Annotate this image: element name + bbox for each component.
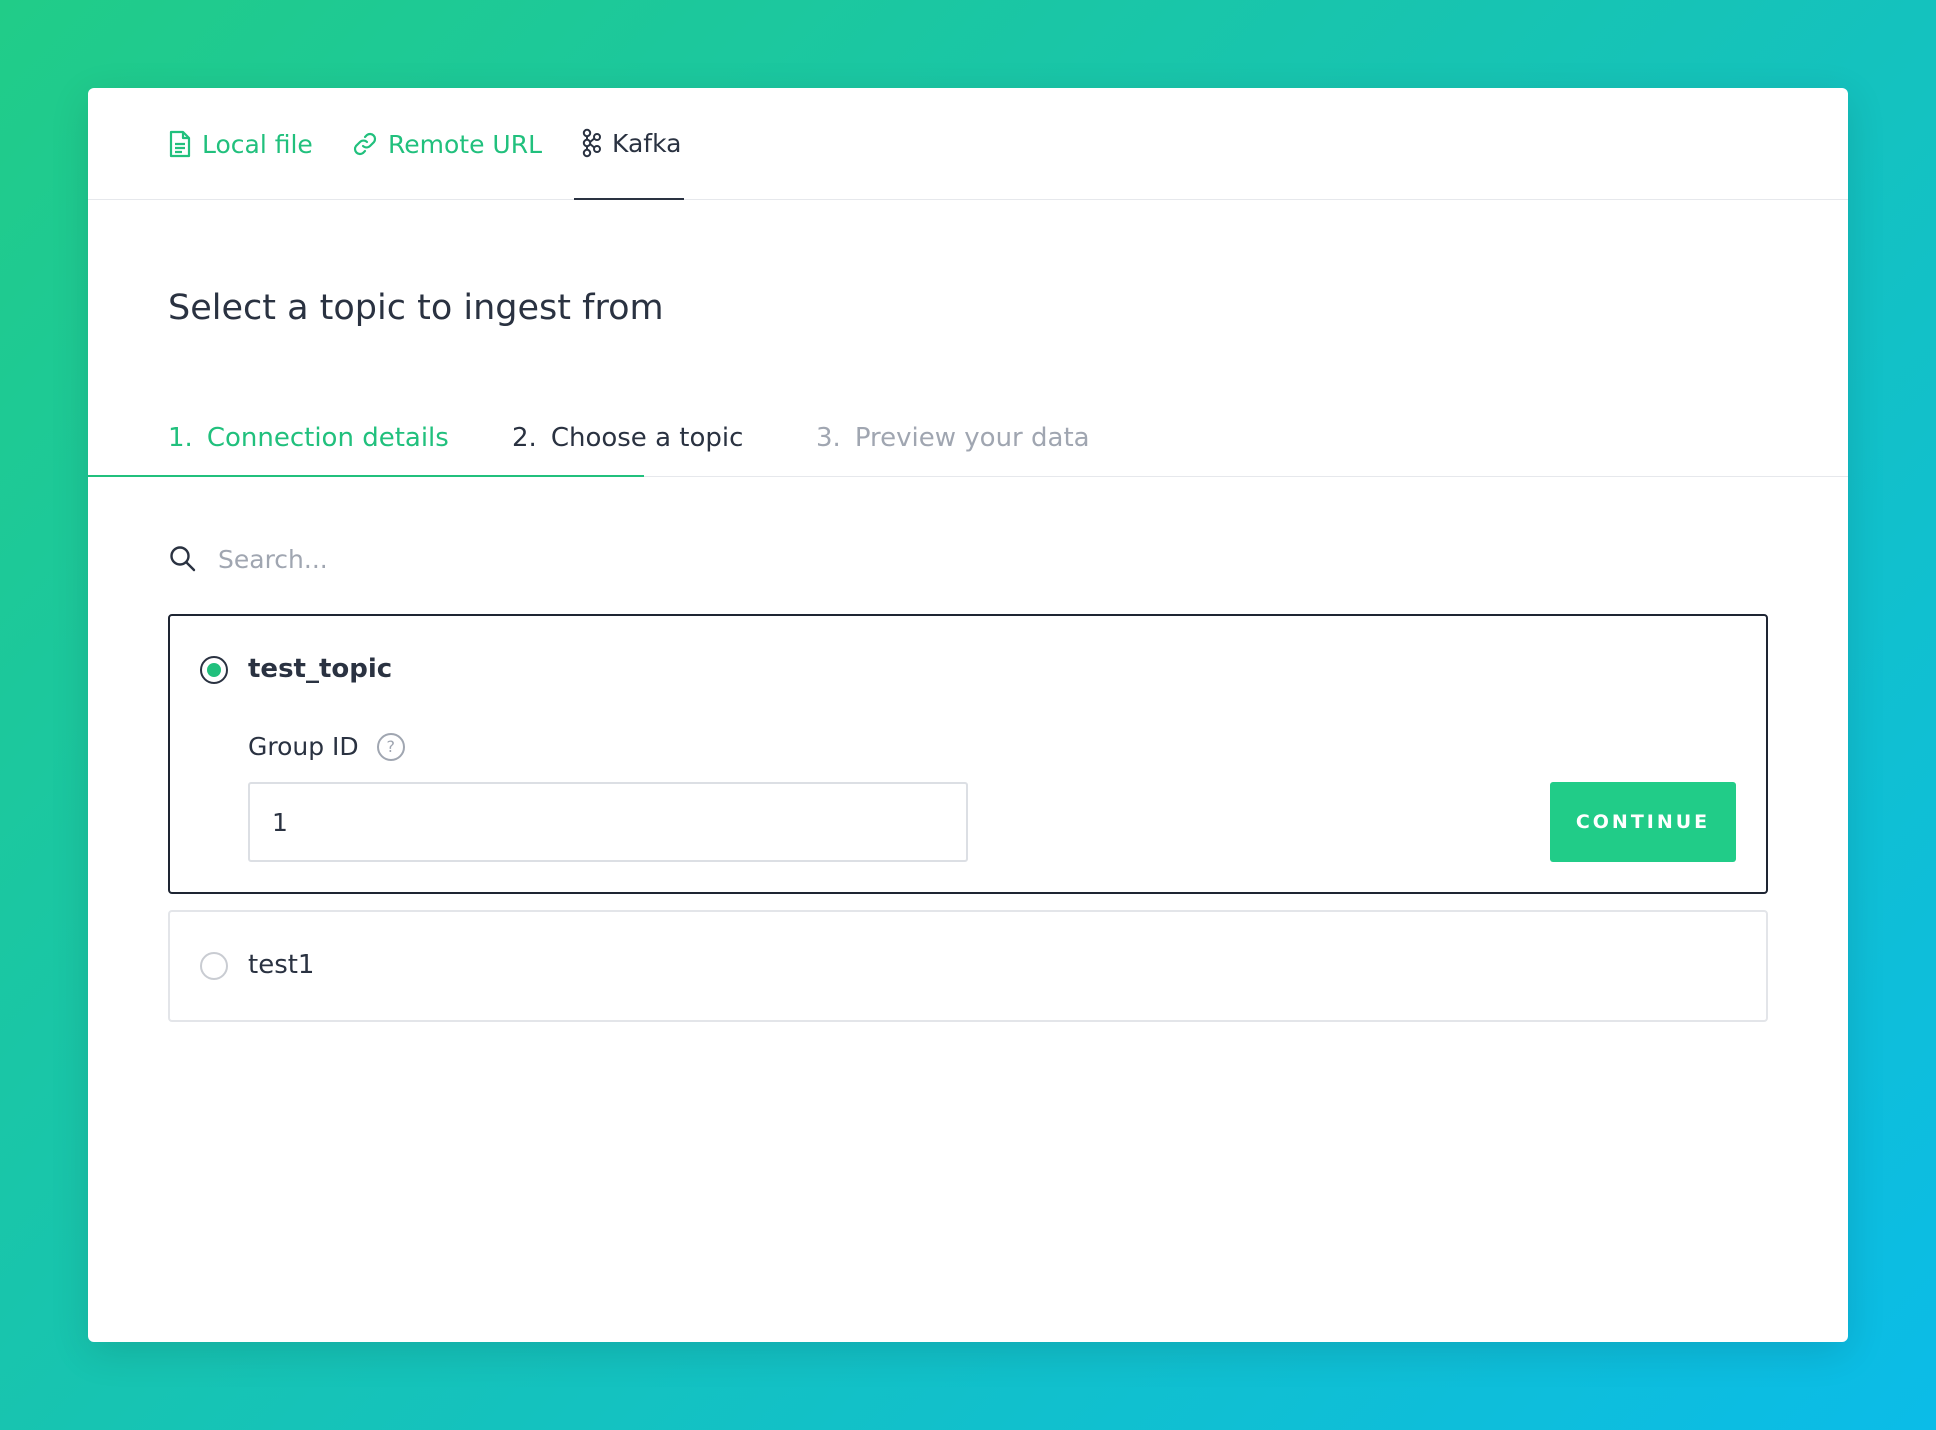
topic-name: test1	[248, 950, 315, 980]
topic-radio[interactable]	[200, 952, 228, 980]
continue-button[interactable]: CONTINUE	[1550, 782, 1736, 862]
kafka-icon	[580, 128, 602, 158]
link-icon	[352, 131, 378, 157]
topic-search	[168, 534, 1768, 584]
tab-kafka[interactable]: Kafka	[574, 88, 684, 200]
tab-local-file-label: Local file	[202, 129, 313, 159]
step-choose-topic[interactable]: 2. Choose a topic	[512, 423, 743, 453]
step-label: Choose a topic	[550, 423, 744, 453]
step-number: 1.	[168, 423, 193, 453]
step-label: Connection details	[206, 423, 449, 453]
topic-radio-checked[interactable]	[200, 656, 228, 684]
topic-name: test_topic	[248, 654, 393, 684]
help-icon[interactable]: ?	[376, 732, 405, 761]
group-id-input[interactable]	[248, 782, 968, 862]
file-icon	[168, 130, 192, 158]
group-id-label-text: Group ID	[248, 732, 359, 761]
ingest-card: Local file Remote URL Kafka Select a top…	[88, 88, 1848, 1342]
tab-local-file[interactable]: Local file	[168, 88, 324, 200]
step-preview-data: 3. Preview your data	[816, 423, 1090, 453]
group-id-label: Group ID ?	[248, 732, 405, 761]
stepper: 1. Connection details 2. Choose a topic 3.…	[88, 388, 1848, 477]
tab-remote-url-label: Remote URL	[388, 129, 543, 159]
step-connection-details[interactable]: 1. Connection details	[168, 423, 449, 453]
source-tabs: Local file Remote URL Kafka	[88, 88, 1848, 200]
tab-kafka-label: Kafka	[612, 128, 682, 158]
topic-option-test-topic[interactable]: test_topic Group ID ? CONTINUE	[168, 614, 1768, 894]
step-number: 3.	[816, 423, 841, 453]
search-icon	[168, 544, 198, 574]
page-title: Select a topic to ingest from	[168, 288, 664, 328]
step-progress-bar	[88, 475, 644, 477]
tab-remote-url[interactable]: Remote URL	[352, 88, 552, 200]
topic-option-test1[interactable]: test1	[168, 910, 1768, 1022]
search-input[interactable]	[216, 543, 1120, 575]
step-label: Preview your data	[854, 423, 1090, 453]
step-number: 2.	[512, 423, 537, 453]
